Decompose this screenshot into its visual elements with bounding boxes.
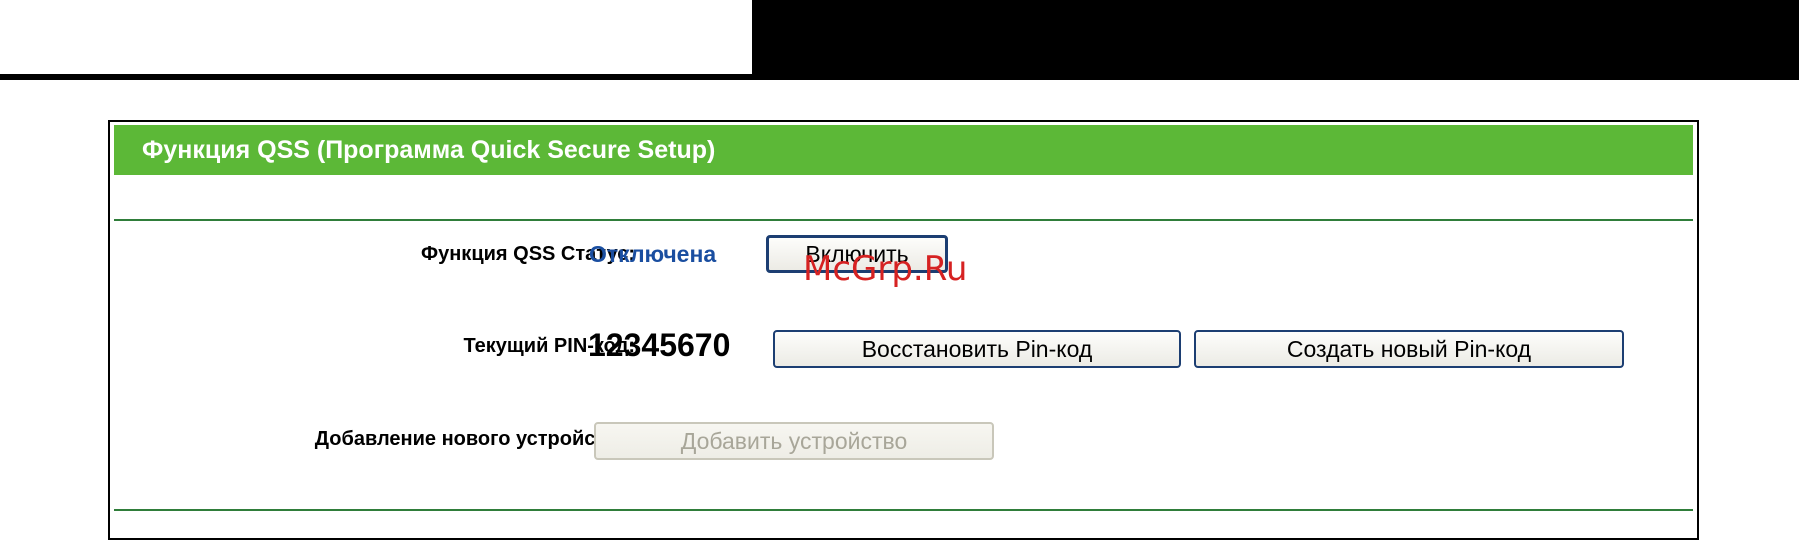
generate-new-pin-button[interactable]: Создать новый Pin-код bbox=[1194, 330, 1624, 368]
qss-panel: Функция QSS (Программа Quick Secure Setu… bbox=[108, 120, 1699, 540]
panel-header: Функция QSS (Программа Quick Secure Setu… bbox=[114, 125, 1693, 175]
add-device-label: Добавление нового устройства: bbox=[314, 428, 635, 450]
current-pin-value: 12345670 bbox=[588, 327, 731, 363]
qss-status-value: Отключена bbox=[589, 241, 717, 267]
enable-button[interactable]: Включить bbox=[766, 235, 948, 273]
restore-pin-button[interactable]: Восстановить Pin-код bbox=[773, 330, 1181, 368]
section-divider-top bbox=[114, 219, 1693, 221]
section-divider-bottom bbox=[114, 509, 1693, 511]
panel-title: Функция QSS (Программа Quick Secure Setu… bbox=[142, 136, 716, 164]
top-black-bar bbox=[752, 0, 1799, 74]
top-divider bbox=[0, 74, 1799, 80]
add-device-button[interactable]: Добавить устройство bbox=[594, 422, 994, 460]
